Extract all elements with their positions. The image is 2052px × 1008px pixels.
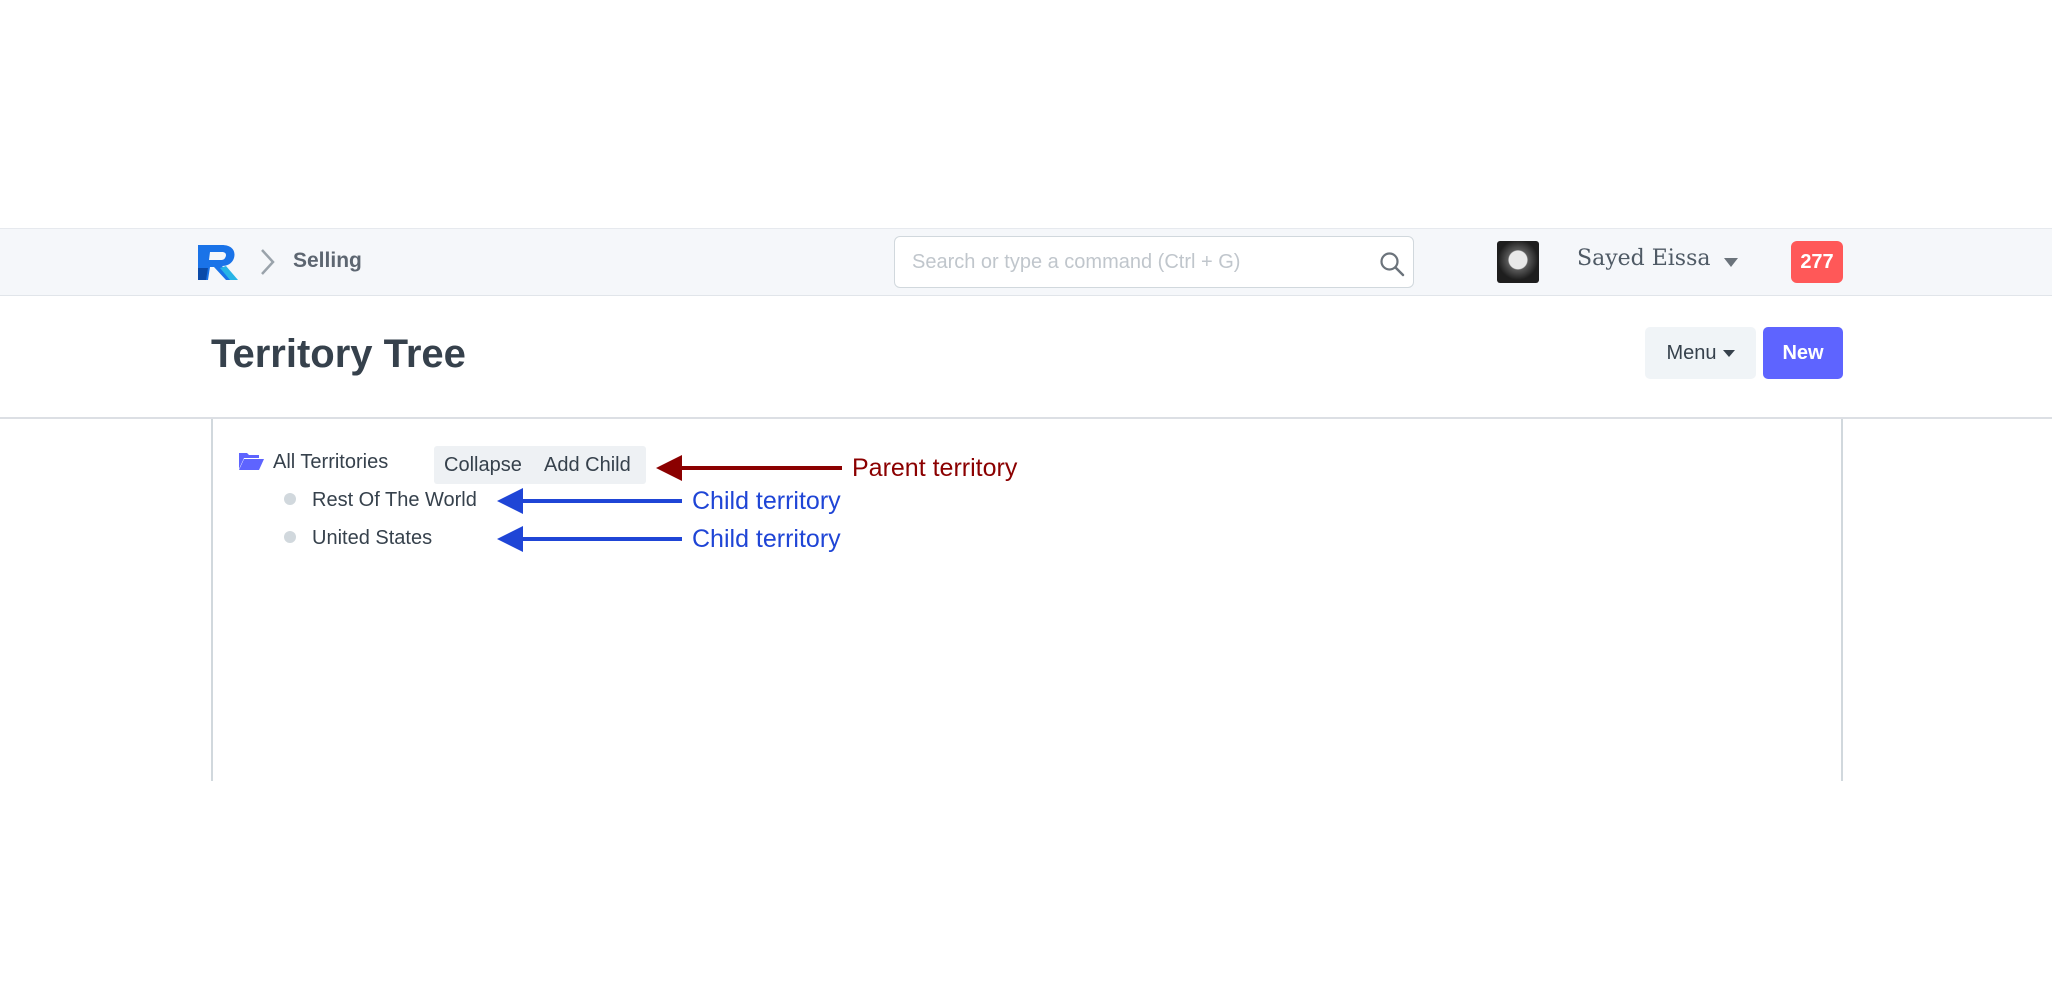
navbar: Selling Sayed Eissa 277 bbox=[0, 228, 2052, 296]
avatar[interactable] bbox=[1497, 241, 1539, 283]
arrow-left-icon bbox=[656, 455, 842, 481]
annotation-child-territory: Child territory bbox=[692, 487, 841, 515]
arrow-left-icon bbox=[497, 526, 682, 552]
page-title: Territory Tree bbox=[211, 332, 466, 376]
tree-node-rest-of-the-world[interactable]: Rest Of The World bbox=[312, 489, 477, 512]
page-divider bbox=[0, 417, 2052, 419]
bullet-icon bbox=[284, 493, 296, 505]
panel-border-left bbox=[211, 419, 213, 781]
caret-down-icon bbox=[1722, 349, 1735, 357]
menu-button[interactable]: Menu bbox=[1645, 327, 1756, 379]
tree-node-actions: Collapse Add Child bbox=[434, 446, 646, 484]
collapse-button[interactable]: Collapse bbox=[444, 454, 522, 477]
folder-open-icon[interactable] bbox=[238, 450, 264, 471]
breadcrumb-selling[interactable]: Selling bbox=[293, 249, 362, 273]
chevron-right-icon bbox=[261, 249, 275, 275]
bullet-icon bbox=[284, 531, 296, 543]
menu-button-label: Menu bbox=[1666, 341, 1717, 364]
new-button[interactable]: New bbox=[1763, 327, 1843, 379]
add-child-button[interactable]: Add Child bbox=[544, 454, 631, 477]
user-name[interactable]: Sayed Eissa bbox=[1577, 246, 1711, 271]
tree-node-united-states[interactable]: United States bbox=[312, 527, 432, 550]
panel-border-right bbox=[1841, 419, 1843, 781]
search-icon[interactable] bbox=[1379, 251, 1405, 277]
arrow-left-icon bbox=[497, 488, 682, 514]
caret-down-icon[interactable] bbox=[1724, 258, 1738, 267]
tree-node-all-territories[interactable]: All Territories bbox=[273, 451, 388, 474]
annotation-parent-territory: Parent territory bbox=[852, 454, 1018, 482]
app-logo[interactable] bbox=[196, 242, 242, 282]
search-input[interactable] bbox=[894, 236, 1414, 288]
notification-badge[interactable]: 277 bbox=[1791, 241, 1843, 283]
annotation-child-territory: Child territory bbox=[692, 525, 841, 553]
